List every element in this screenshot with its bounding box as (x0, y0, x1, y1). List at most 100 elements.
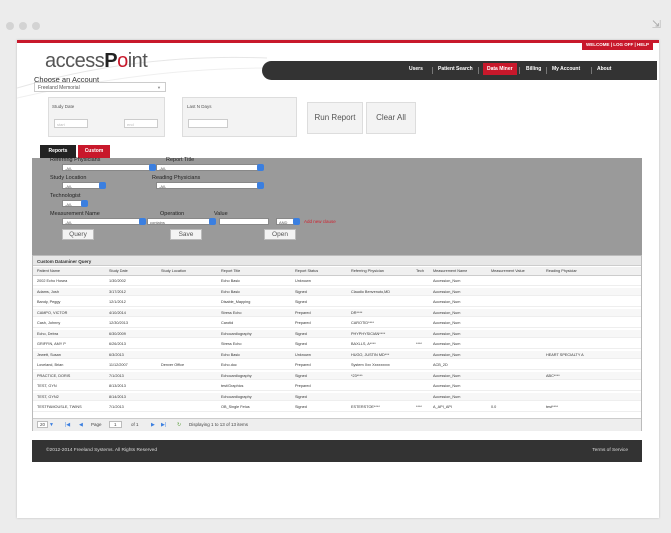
study-location-select[interactable]: -All- (62, 182, 106, 189)
prev-page-icon[interactable]: ◀ (79, 422, 83, 428)
table-cell: test**** (546, 405, 559, 409)
table-cell: Accession_Num (433, 279, 461, 283)
table-cell: Echo, Debra (37, 331, 59, 336)
grid-header-row: Patient Name Study Date Study Location Repo… (33, 267, 641, 276)
table-cell: 12/30/2013 (109, 321, 129, 325)
table-row[interactable]: CAMPO, VICTOR 4/10/2014 Stress Echo Prepare… (33, 308, 641, 317)
terms-of-service-link[interactable]: Terms of Service (592, 448, 628, 453)
table-row[interactable]: 2002 Echo Hosea 1/30/2002 Echo Basic Unknow… (33, 277, 641, 286)
referring-physicians-select[interactable]: -All- (62, 164, 156, 171)
table-cell: Adams, Josh (37, 289, 59, 294)
table-cell: GRIFFIN, AMY P (37, 342, 66, 346)
table-row[interactable]: Loveland, Brian 11/12/2007 Denver Office Ec… (33, 361, 641, 370)
nav-about[interactable]: About (597, 66, 611, 72)
nav-patient-search[interactable]: Patient Search (438, 66, 473, 72)
dropdown-icon (149, 164, 156, 171)
table-cell: Signed (295, 300, 307, 304)
table-cell: 3/17/2012 (109, 289, 126, 294)
study-date-box: Study Date start end (48, 97, 165, 137)
window-close-dot[interactable] (6, 22, 14, 30)
page-count: of 1 (131, 422, 139, 427)
table-row[interactable]: TEST, GYN2 8/14/2013 Echocardiography Signe… (33, 392, 641, 401)
table-row[interactable]: GRIFFIN, AMY P 6/26/2013 Stress Echo Signed… (33, 340, 641, 349)
logo-text-o: o (117, 50, 128, 72)
table-row[interactable]: TESTFAMOUSLE, TWINS 7/1/2013 OB_Single Fet… (33, 403, 641, 412)
study-location-label: Study Location (50, 175, 87, 181)
technologist-label: Technologist (50, 193, 81, 199)
table-row[interactable]: Adams, Josh 3/17/2012 Echo Basic Signed Clau… (33, 287, 641, 296)
page-size-dropdown-icon[interactable]: ▼ (49, 422, 54, 428)
logic-select[interactable]: AND (276, 218, 300, 225)
table-row[interactable]: Jewett, Susan 6/3/2013 Echo Basic Unknown HU… (33, 350, 641, 359)
next-page-icon[interactable]: ▶ (151, 422, 155, 428)
nav-data-miner[interactable]: Data Miner (483, 63, 517, 75)
nav-divider (519, 67, 520, 74)
last-page-icon[interactable]: ▶| (161, 422, 166, 428)
measurement-name-label: Measurement Name (50, 211, 100, 217)
logo-text-int: int (127, 50, 148, 72)
column-header[interactable]: Reading Physician (546, 269, 577, 273)
column-header[interactable]: Measurement Value (491, 269, 525, 273)
study-date-start-input[interactable]: start (54, 119, 88, 128)
table-cell: Stress Echo (221, 342, 242, 346)
last-n-days-input[interactable] (188, 119, 228, 128)
table-cell: test/Graphics (221, 384, 244, 388)
operation-select[interactable]: contains (147, 218, 216, 225)
run-report-button[interactable]: Run Report (307, 102, 363, 134)
table-row[interactable]: Echo, Debra 6/30/2009 Echocardiography Sign… (33, 329, 641, 338)
table-cell: Signed (295, 394, 307, 399)
nav-my-account[interactable]: My Account (552, 66, 580, 72)
page-number-input[interactable]: 1 (109, 421, 122, 428)
table-cell: *23**** (351, 373, 363, 378)
table-row[interactable]: TEST, GYN 8/13/2013 test/Graphics Prepared A… (33, 382, 641, 391)
account-select-value: Freeland Memorial (38, 85, 80, 91)
column-header[interactable]: Report Title (221, 269, 240, 273)
nav-divider (432, 67, 433, 74)
window-minimize-dot[interactable] (19, 22, 27, 30)
column-header[interactable]: Patient Name (37, 269, 60, 273)
table-row[interactable]: Bandy, Peggy 12/1/2012 Disable_Mapping Sign… (33, 298, 641, 307)
column-header[interactable]: Measurement Name (433, 269, 467, 273)
page-size-select[interactable]: 20 (37, 421, 49, 428)
nav-billing[interactable]: Billing (526, 66, 541, 72)
nav-users[interactable]: Users (409, 66, 423, 72)
table-cell: 8/14/2013 (109, 394, 126, 399)
window-maximize-dot[interactable] (32, 22, 40, 30)
add-condition-link[interactable]: Add new clause (304, 219, 336, 224)
column-header[interactable]: Tech (416, 269, 424, 273)
open-button[interactable]: Open (264, 229, 296, 240)
save-button[interactable]: Save (170, 229, 202, 240)
account-select[interactable]: Freeland Memorial ▼ (34, 82, 166, 92)
table-cell: 2002 Echo Hosea (37, 279, 68, 283)
reading-physicians-select[interactable]: -All- (156, 182, 264, 189)
dropdown-icon (209, 218, 216, 225)
value-input[interactable] (219, 218, 269, 225)
first-page-icon[interactable]: |◀ (65, 422, 70, 428)
refresh-icon[interactable]: ↻ (177, 422, 181, 428)
measurement-name-select[interactable]: -All- (62, 218, 146, 225)
table-cell: Echo Basic (221, 279, 240, 283)
study-date-end-input[interactable]: end (124, 119, 158, 128)
column-header[interactable]: Report Status (295, 269, 318, 273)
column-header[interactable]: Study Date (109, 269, 128, 273)
table-cell: Accession_Num (433, 373, 461, 378)
nav-divider (591, 67, 592, 74)
table-row[interactable]: Cash, Johnny 12/30/2013 Carotid Prepared CAR… (33, 319, 641, 328)
resize-icon[interactable]: ⇲ (652, 18, 661, 31)
table-cell: Accession_Num (433, 310, 461, 315)
column-header[interactable]: Referring Physician (351, 269, 384, 273)
table-cell: Accession_Num (433, 331, 461, 336)
dropdown-icon (139, 218, 146, 225)
technologist-select[interactable]: -All- (62, 200, 88, 207)
clear-all-button[interactable]: Clear All (366, 102, 416, 134)
table-cell: Denver Office (161, 363, 185, 367)
table-cell: Signed (295, 331, 307, 336)
report-title-select[interactable]: -All- (156, 164, 264, 171)
accesspoint-logo[interactable]: accessPoint (45, 50, 148, 73)
table-row[interactable]: PRACTICE, DORIS 7/1/2013 Echocardiography S… (33, 371, 641, 380)
welcome-links[interactable]: WELCOME | LOG OFF | HELP (581, 40, 653, 50)
reading-physicians-label: Reading Physicians (152, 175, 201, 181)
query-button[interactable]: Query (62, 229, 94, 240)
table-cell: PRACTICE, DORIS (37, 373, 71, 378)
column-header[interactable]: Study Location (161, 269, 186, 273)
